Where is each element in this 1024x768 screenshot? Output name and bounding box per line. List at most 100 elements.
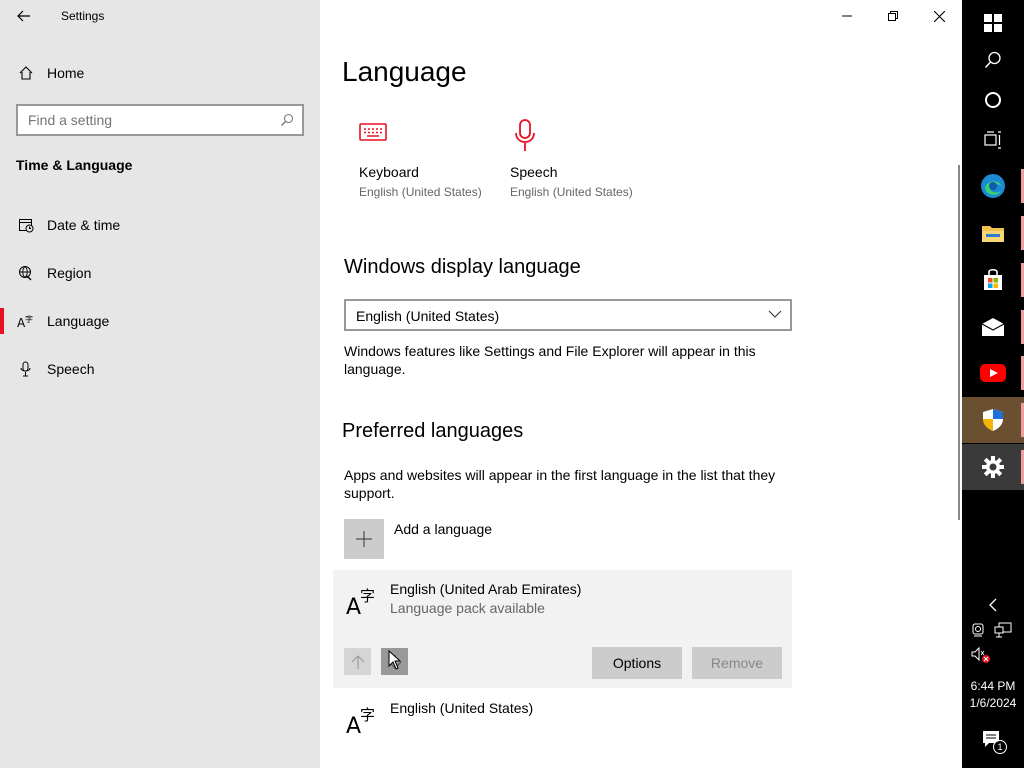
preferred-languages-heading: Preferred languages (342, 420, 524, 442)
minimize-icon (842, 15, 852, 17)
meet-now-tray-button[interactable] (971, 622, 989, 640)
svg-text:A: A (346, 595, 361, 618)
security-taskbar-button[interactable] (962, 397, 1024, 443)
sidebar-item-language[interactable]: A字 Language (0, 304, 320, 338)
title-bar-left: Settings (0, 0, 320, 32)
youtube-taskbar-button[interactable] (962, 350, 1024, 396)
search-box[interactable] (16, 104, 304, 136)
taskbar: 6:44 PM 1/6/2024 1 (962, 0, 1024, 768)
volume-tray-button[interactable] (971, 646, 991, 664)
sidebar-item-label: Speech (47, 361, 95, 377)
task-view-button[interactable] (962, 117, 1024, 163)
sidebar: Settings Home Time & Language Date & tim… (0, 0, 320, 768)
windows-logo-icon (984, 14, 1002, 32)
display-language-value: English (United States) (356, 308, 500, 324)
task-view-icon (984, 131, 1001, 149)
clock-date: 1/6/2024 (969, 696, 1017, 710)
folder-icon (982, 226, 1004, 242)
plus-icon (344, 519, 384, 559)
add-language-label: Add a language (394, 521, 493, 537)
store-icon (984, 268, 1002, 290)
file-explorer-taskbar-button[interactable] (962, 210, 1024, 256)
svg-text:字: 字 (360, 587, 375, 605)
search-icon (281, 113, 294, 126)
gear-icon (982, 456, 1004, 478)
edge-taskbar-button[interactable] (962, 163, 1024, 209)
keyboard-tile[interactable]: Keyboard English (United States) (342, 118, 482, 208)
restore-button[interactable] (870, 0, 916, 32)
mouse-cursor-icon (388, 650, 402, 670)
close-icon (933, 10, 945, 22)
mail-taskbar-button[interactable] (962, 304, 1024, 350)
sidebar-item-region[interactable]: Region (0, 256, 320, 290)
nav-home-label: Home (47, 65, 85, 81)
display-language-heading: Windows display language (344, 256, 581, 278)
search-icon (984, 51, 1001, 69)
tile-name: Keyboard (359, 164, 419, 180)
options-button[interactable]: Options (592, 647, 682, 679)
microphone-icon (17, 360, 35, 378)
language-item[interactable]: A字 English (United States) (333, 690, 792, 750)
keyboard-icon (358, 118, 390, 149)
minimize-button[interactable] (824, 0, 870, 32)
preferred-languages-description: Apps and websites will appear in the fir… (344, 467, 776, 501)
remove-button[interactable]: Remove (692, 647, 782, 679)
language-status: Language pack available (390, 600, 545, 616)
network-icon (994, 622, 1012, 638)
action-center-button[interactable]: 1 (962, 718, 1024, 762)
language-name: English (United States) (390, 700, 534, 716)
app-title: Settings (61, 9, 105, 23)
clock[interactable]: 6:44 PM 1/6/2024 (962, 678, 1024, 712)
search-input[interactable] (18, 106, 268, 134)
svg-text:A: A (346, 714, 361, 737)
youtube-icon (980, 364, 1006, 382)
language-name: English (United Arab Emirates) (390, 581, 582, 597)
language-item-selected[interactable]: A字 English (United Arab Emirates) Langua… (333, 570, 792, 688)
home-icon (17, 64, 35, 82)
language-glyph-icon: A字 (346, 703, 380, 739)
restore-icon (888, 11, 898, 21)
calendar-icon (17, 216, 35, 234)
sidebar-item-speech[interactable]: Speech (0, 352, 320, 386)
volume-muted-icon (971, 646, 990, 663)
tile-sub: English (United States) (359, 185, 482, 199)
tile-name: Speech (510, 164, 558, 180)
section-title: Time & Language (16, 157, 133, 173)
tile-sub: English (United States) (510, 185, 633, 199)
sidebar-item-label: Region (47, 265, 92, 281)
cortana-circle-icon (985, 92, 1001, 108)
shield-icon (983, 409, 1003, 431)
speech-tile[interactable]: Speech English (United States) (493, 118, 633, 208)
globe-icon (17, 264, 35, 282)
display-language-select[interactable]: English (United States) (344, 299, 792, 331)
settings-taskbar-button[interactable] (962, 444, 1024, 490)
back-button[interactable] (10, 4, 38, 28)
page-title: Language (342, 56, 467, 87)
sidebar-item-label: Language (47, 313, 110, 329)
close-button[interactable] (916, 0, 962, 32)
show-hidden-icons-button[interactable] (962, 583, 1024, 627)
scrollbar[interactable] (958, 165, 960, 520)
microphone-icon (511, 118, 539, 159)
network-tray-button[interactable] (994, 622, 1014, 640)
notification-count: 1 (993, 740, 1007, 754)
move-up-button[interactable] (344, 648, 371, 675)
language-icon: A字 (17, 312, 35, 330)
arrow-up-icon (351, 654, 364, 669)
svg-text:字: 字 (25, 314, 33, 324)
edge-icon (981, 174, 1005, 198)
camera-icon (972, 623, 984, 637)
chevron-down-icon (768, 310, 782, 318)
sidebar-item-label: Date & time (47, 217, 121, 233)
mail-icon (981, 318, 1005, 336)
clock-time: 6:44 PM (970, 679, 1016, 693)
remove-label: Remove (710, 655, 764, 671)
svg-text:字: 字 (360, 706, 375, 724)
main-content: Language Keyboard English (United States… (320, 0, 962, 768)
sidebar-item-date-time[interactable]: Date & time (0, 208, 320, 242)
language-glyph-icon: A字 (346, 584, 380, 620)
back-arrow-icon (17, 10, 30, 22)
add-language-button[interactable]: Add a language (344, 519, 544, 559)
store-taskbar-button[interactable] (962, 257, 1024, 303)
nav-home[interactable]: Home (0, 58, 320, 88)
